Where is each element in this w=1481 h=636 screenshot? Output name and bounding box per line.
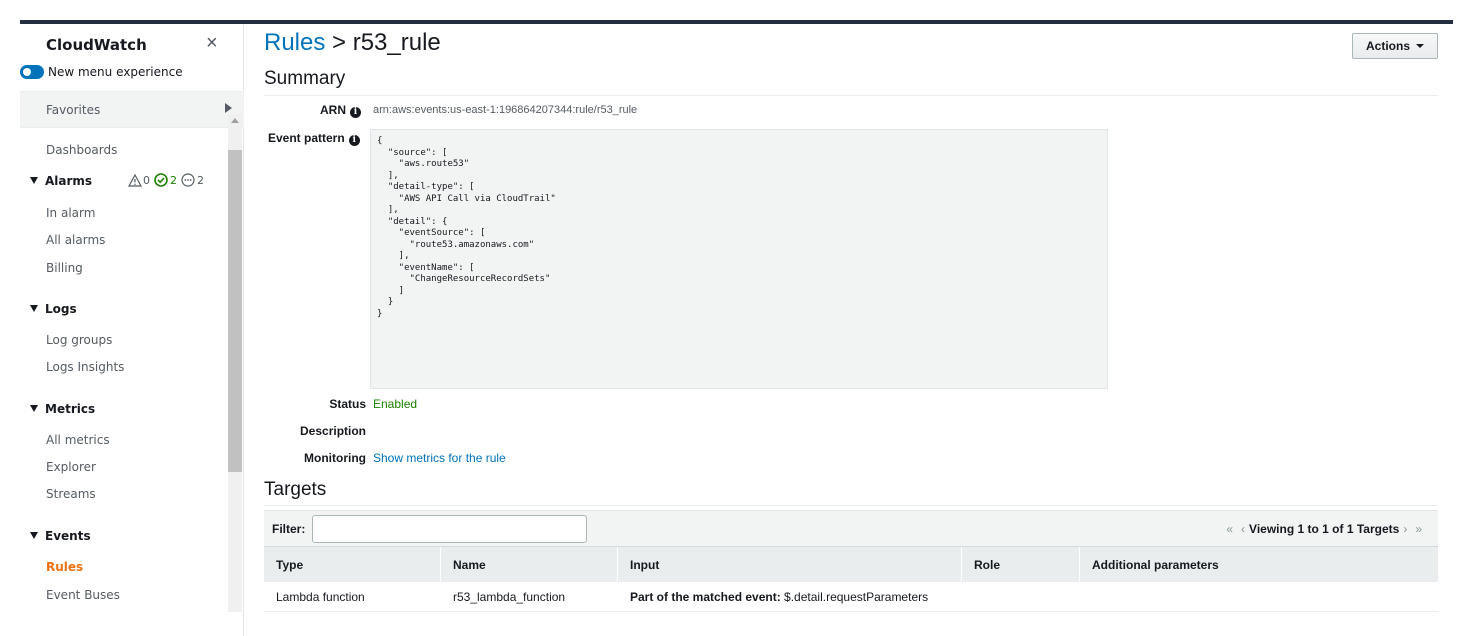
actions-button[interactable]: Actions [1352,33,1438,59]
sidebar-item-dashboards[interactable]: Dashboards [46,143,117,157]
caret-down-icon [30,305,38,312]
breadcrumb: Rules > r53_rule [264,29,441,57]
column-header-type[interactable]: Type [264,547,441,583]
sidebar-item-streams[interactable]: Streams [46,487,96,501]
caret-down-icon [30,405,38,412]
divider [264,95,1438,96]
caret-down-icon [30,532,38,539]
info-icon[interactable]: i [350,107,361,118]
pagination: « ‹ Viewing 1 to 1 of 1 Targets › » [1222,522,1426,536]
scroll-up-arrow-icon[interactable] [231,118,239,123]
sidebar-section-events[interactable]: Events [30,529,91,543]
close-icon[interactable]: × [206,32,218,55]
arn-value: arn:aws:events:us-east-1:196864207344:ru… [373,104,638,116]
alarm-state-in-alarm[interactable]: 0 [128,173,150,187]
sidebar-item-explorer[interactable]: Explorer [46,460,96,474]
pager-status: Viewing 1 to 1 of 1 Targets [1249,522,1400,536]
input-value: $.detail.requestParameters [780,590,929,604]
event-pattern-code-box: { "source": [ "aws.route53" ], "detail-t… [370,129,1108,389]
sidebar-section-alarms[interactable]: Alarms [30,174,92,188]
show-metrics-link[interactable]: Show metrics for the rule [373,451,506,465]
alarm-counts: 0 2 2 [128,173,208,187]
actions-label: Actions [1365,39,1410,53]
ok-count: 2 [170,173,177,187]
info-icon[interactable]: i [348,135,360,146]
status-label: Status [329,397,366,411]
targets-heading: Targets [264,479,327,500]
warning-icon [128,173,142,187]
alarm-state-insufficient[interactable]: 2 [181,173,204,187]
sidebar-scrollbar-thumb[interactable] [228,150,242,472]
sidebar-item-billing[interactable]: Billing [46,261,83,275]
caret-down-icon [30,177,38,184]
sidebar-item-all-alarms[interactable]: All alarms [46,233,105,247]
breadcrumb-rules-link[interactable]: Rules [264,29,325,56]
sidebar-section-metrics[interactable]: Metrics [30,402,95,416]
event-pattern-json: { "source": [ "aws.route53" ], "detail-t… [377,136,556,319]
last-page-icon[interactable]: » [1415,522,1422,536]
description-label: Description [300,424,367,438]
first-page-icon[interactable]: « [1226,522,1233,536]
favorites-menu[interactable]: Favorites [20,91,244,128]
divider [264,505,1438,506]
lambda-function-link[interactable]: r53_lambda_function [441,582,565,612]
sidebar-title: CloudWatch [46,36,147,54]
sidebar-item-all-metrics[interactable]: All metrics [46,433,110,447]
sidebar-section-logs[interactable]: Logs [30,302,77,316]
event-pattern-label: Event pattern i [268,131,360,146]
sidebar-item-logs-insights[interactable]: Logs Insights [46,360,124,374]
column-header-role[interactable]: Role [962,547,1080,583]
sidebar-item-rules[interactable]: Rules [46,560,83,574]
targets-table-header: Type Name Input Role Additional paramete… [264,546,1438,583]
arn-label: ARN i [314,103,361,118]
dots-circle-icon [181,173,195,187]
next-page-icon[interactable]: › [1403,522,1407,536]
input-label: Part of the matched event: [630,590,781,604]
check-circle-icon [154,173,168,187]
favorites-label: Favorites [46,102,101,117]
toggle-label: New menu experience [48,65,183,79]
sidebar: CloudWatch × New menu experience Favorit… [0,24,244,636]
page-title: r53_rule [352,29,441,56]
cell-type: Lambda function [276,590,365,604]
new-menu-toggle-row[interactable]: New menu experience [20,65,183,79]
summary-heading: Summary [264,68,346,89]
section-label: Alarms [45,174,93,188]
status-value: Enabled [373,397,418,411]
sidebar-item-log-groups[interactable]: Log groups [46,333,112,347]
breadcrumb-separator: > [325,29,353,56]
arn-label-text: ARN [320,103,346,117]
caret-right-icon [225,103,232,113]
prev-page-icon[interactable]: ‹ [1241,522,1245,536]
caret-down-icon [1416,44,1424,48]
toggle-switch[interactable] [20,65,44,79]
cell-role [962,582,974,612]
targets-filter-bar: Filter: « ‹ Viewing 1 to 1 of 1 Targets … [264,510,1438,546]
section-label: Metrics [45,402,96,416]
monitoring-label: Monitoring [304,451,366,465]
filter-label: Filter: [272,522,306,536]
table-row: Lambda function r53_lambda_function Part… [264,582,1438,612]
filter-input[interactable] [312,515,587,543]
cell-input: Part of the matched event: $.detail.requ… [618,582,928,612]
cell-additional-parameters [1080,582,1092,612]
insufficient-count: 2 [197,173,204,187]
section-label: Events [45,529,91,543]
sidebar-item-in-alarm[interactable]: In alarm [46,206,95,220]
alarm-state-ok[interactable]: 2 [154,173,177,187]
column-header-additional-parameters[interactable]: Additional parameters [1080,547,1438,583]
column-header-input[interactable]: Input [618,547,962,583]
in-alarm-count: 0 [143,173,150,187]
event-pattern-label-text: Event pattern [268,131,345,145]
sidebar-item-event-buses[interactable]: Event Buses [46,588,120,602]
column-header-name[interactable]: Name [441,547,618,583]
section-label: Logs [45,302,77,316]
